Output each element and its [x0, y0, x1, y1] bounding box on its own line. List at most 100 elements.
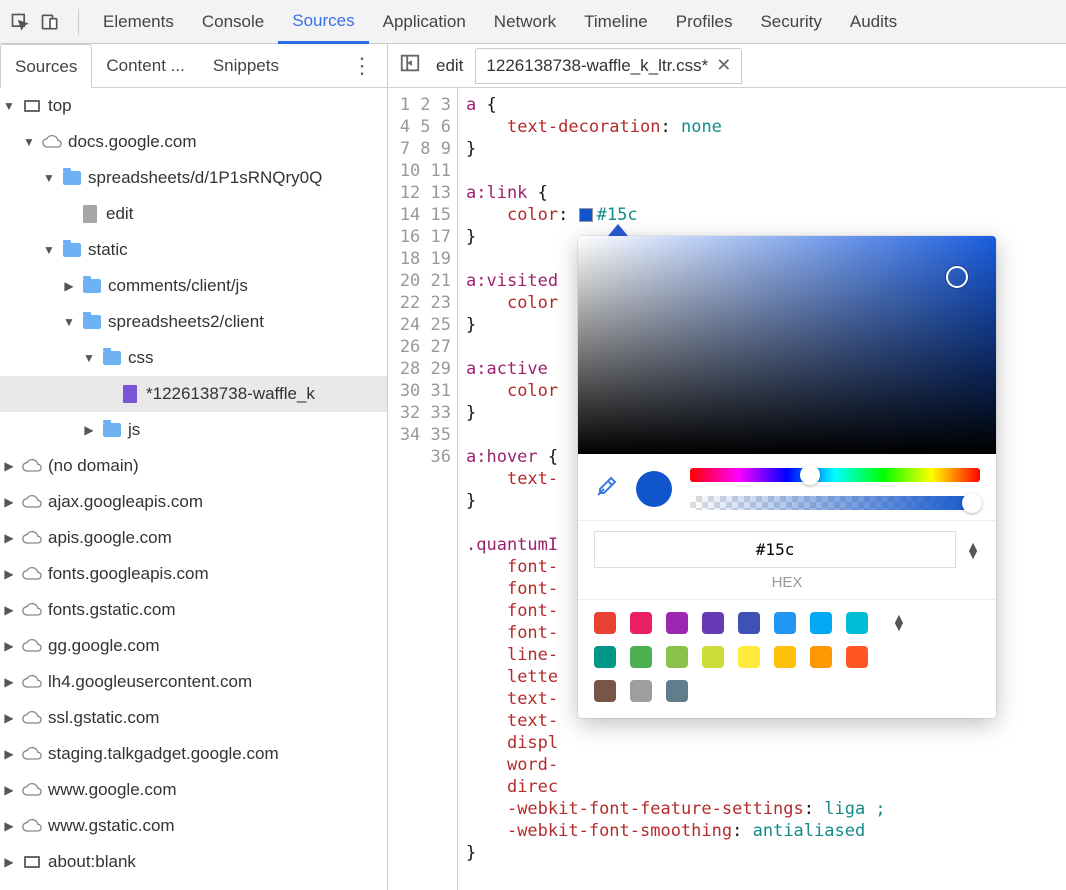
palette-swatch[interactable]	[774, 646, 796, 668]
tree-domain[interactable]: ▶www.gstatic.com	[0, 808, 387, 844]
palette-swatch[interactable]	[702, 646, 724, 668]
tree-domain[interactable]: ▶(no domain)	[0, 448, 387, 484]
open-file-tab[interactable]: 1226138738-waffle_k_ltr.css* ✕	[475, 48, 742, 84]
disclosure-icon[interactable]: ▶	[2, 711, 16, 725]
disclosure-icon[interactable]: ▼	[62, 315, 76, 329]
inspect-element-icon[interactable]	[10, 12, 30, 32]
hue-slider[interactable]	[690, 468, 980, 482]
tree-folder[interactable]: ▼ spreadsheets2/client	[0, 304, 387, 340]
tree-folder[interactable]: ▼ css	[0, 340, 387, 376]
disclosure-icon[interactable]: ▼	[2, 99, 16, 113]
tree-domain[interactable]: ▶fonts.gstatic.com	[0, 592, 387, 628]
palette-swatch[interactable]	[666, 680, 688, 702]
tree-file-selected[interactable]: *1226138738-waffle_k	[0, 376, 387, 412]
toggle-navigator-icon[interactable]	[396, 52, 424, 79]
tree-frame[interactable]: ▶ about:blank	[0, 844, 387, 880]
palette-swatch[interactable]	[594, 612, 616, 634]
disclosure-icon[interactable]: ▶	[82, 423, 96, 437]
disclosure-icon[interactable]: ▼	[82, 351, 96, 365]
main-tab-security[interactable]: Security	[746, 0, 835, 44]
disclosure-icon[interactable]: ▶	[2, 783, 16, 797]
palette-swatch[interactable]	[846, 612, 868, 634]
disclosure-icon[interactable]: ▶	[2, 747, 16, 761]
tree-folder[interactable]: ▼ static	[0, 232, 387, 268]
palette-swatch[interactable]	[702, 612, 724, 634]
tree-domain[interactable]: ▼ docs.google.com	[0, 124, 387, 160]
disclosure-icon[interactable]: ▶	[2, 459, 16, 473]
palette-swatch[interactable]	[630, 612, 652, 634]
disclosure-icon[interactable]: ▶	[2, 675, 16, 689]
disclosure-icon[interactable]: ▼	[22, 135, 36, 149]
disclosure-icon[interactable]: ▶	[2, 531, 16, 545]
tree-domain[interactable]: ▶gg.google.com	[0, 628, 387, 664]
tree-label: ssl.gstatic.com	[48, 708, 159, 728]
eyedropper-icon[interactable]	[594, 475, 618, 504]
palette-swatch[interactable]	[666, 612, 688, 634]
tree-domain[interactable]: ▶staging.talkgadget.google.com	[0, 736, 387, 772]
tree-file[interactable]: edit	[0, 196, 387, 232]
tree-domain[interactable]: ▶lh4.googleusercontent.com	[0, 664, 387, 700]
hue-thumb[interactable]	[800, 465, 820, 485]
palette-swatch[interactable]	[738, 646, 760, 668]
alpha-thumb[interactable]	[962, 493, 982, 513]
tree-domain[interactable]: ▶www.google.com	[0, 772, 387, 808]
tree-domain[interactable]: ▶fonts.googleapis.com	[0, 556, 387, 592]
tree-folder[interactable]: ▶ js	[0, 412, 387, 448]
alpha-slider[interactable]	[690, 496, 980, 510]
tree-label: css	[128, 348, 154, 368]
format-toggle-icon[interactable]: ▲▼	[966, 542, 980, 558]
main-tab-elements[interactable]: Elements	[89, 0, 188, 44]
disclosure-icon[interactable]: ▶	[62, 279, 76, 293]
subtabs-more-icon[interactable]: ⋮	[337, 53, 387, 79]
file-icon	[80, 204, 100, 224]
main-tab-audits[interactable]: Audits	[836, 0, 911, 44]
tree-domain[interactable]: ▶ajax.googleapis.com	[0, 484, 387, 520]
palette-swatch[interactable]	[846, 646, 868, 668]
palette-swatch[interactable]	[594, 680, 616, 702]
cloud-icon	[22, 492, 42, 512]
palette-swatch[interactable]	[630, 680, 652, 702]
sliders	[690, 468, 980, 510]
tree-domain[interactable]: ▶ ssl.gstatic.com	[0, 700, 387, 736]
device-toggle-icon[interactable]	[40, 12, 60, 32]
disclosure-icon[interactable]: ▶	[2, 603, 16, 617]
disclosure-icon[interactable]: ▶	[2, 639, 16, 653]
main-tab-console[interactable]: Console	[188, 0, 278, 44]
tree-root[interactable]: ▼ top	[0, 88, 387, 124]
main-tab-profiles[interactable]: Profiles	[662, 0, 747, 44]
cloud-icon	[22, 528, 42, 548]
disclosure-icon[interactable]: ▶	[2, 567, 16, 581]
palette-swatch[interactable]	[810, 612, 832, 634]
disclosure-icon[interactable]: ▼	[42, 243, 56, 257]
palette-swatch[interactable]	[594, 646, 616, 668]
palette-swatch[interactable]	[810, 646, 832, 668]
tree-folder[interactable]: ▼ spreadsheets/d/1P1sRNQry0Q	[0, 160, 387, 196]
main-tab-timeline[interactable]: Timeline	[570, 0, 662, 44]
tree-folder[interactable]: ▶ comments/client/js	[0, 268, 387, 304]
disclosure-icon[interactable]: ▶	[2, 819, 16, 833]
main-tabs-list: ElementsConsoleSourcesApplicationNetwork…	[89, 0, 911, 44]
main-tab-application[interactable]: Application	[369, 0, 480, 44]
subtab[interactable]: Snippets	[199, 44, 293, 88]
disclosure-icon[interactable]: ▼	[42, 171, 56, 185]
tree-label: static	[88, 240, 128, 260]
palette-switch-icon[interactable]: ▲▼	[892, 614, 906, 630]
saturation-value-field[interactable]	[578, 236, 996, 454]
palette-swatch[interactable]	[774, 612, 796, 634]
main-tab-sources[interactable]: Sources	[278, 0, 368, 44]
breadcrumb[interactable]: edit	[436, 56, 463, 76]
palette-swatch[interactable]	[666, 646, 688, 668]
subtab[interactable]: Sources	[0, 44, 92, 88]
color-swatch[interactable]	[579, 208, 593, 222]
palette-swatch[interactable]	[738, 612, 760, 634]
close-tab-icon[interactable]: ✕	[716, 55, 731, 76]
main-tab-network[interactable]: Network	[480, 0, 570, 44]
subtab[interactable]: Content ...	[92, 44, 198, 88]
palette-swatch[interactable]	[630, 646, 652, 668]
tree-domain[interactable]: ▶apis.google.com	[0, 520, 387, 556]
disclosure-icon[interactable]: ▶	[2, 855, 16, 869]
hex-input[interactable]	[594, 531, 956, 568]
cloud-icon	[22, 636, 42, 656]
disclosure-icon[interactable]: ▶	[2, 495, 16, 509]
sv-cursor[interactable]	[946, 266, 968, 288]
